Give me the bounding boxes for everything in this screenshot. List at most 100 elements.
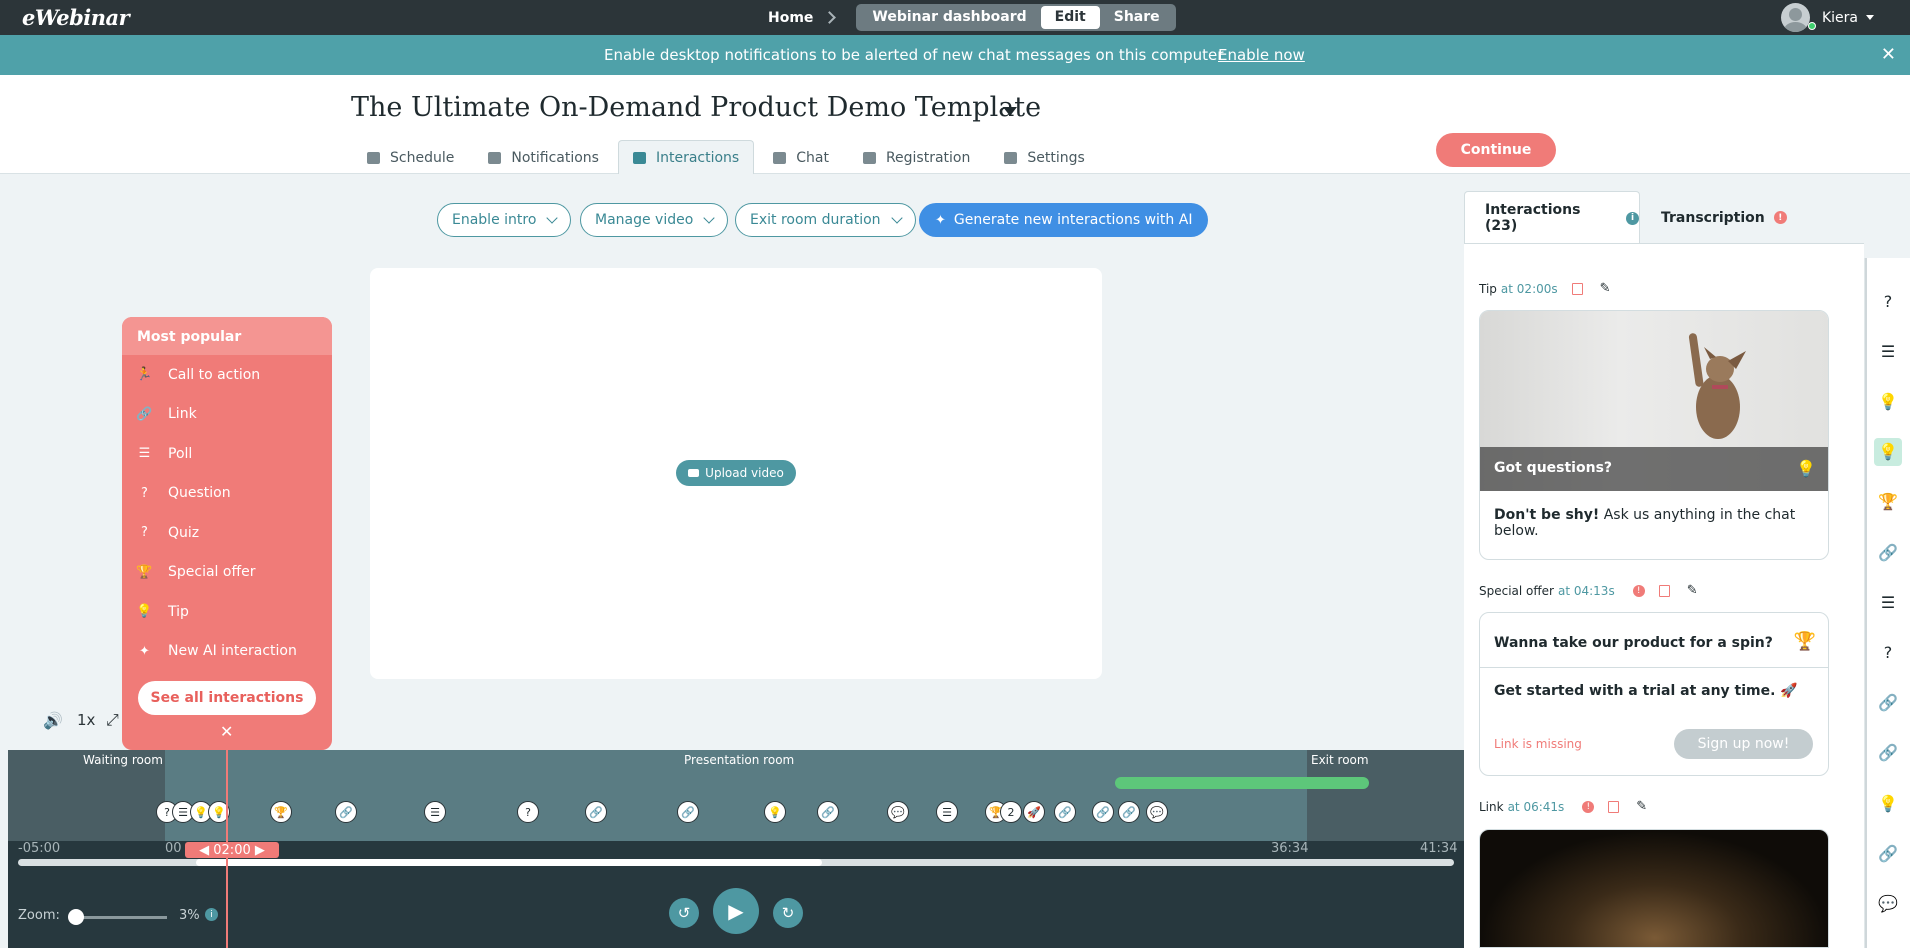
rail-chat-icon[interactable]: 💬	[1874, 889, 1902, 917]
timeline-marker-link-icon[interactable]: 🔗	[1054, 801, 1076, 823]
rail-question-icon[interactable]: ?	[1874, 638, 1902, 666]
ewebinar-logo[interactable]: eWebinar	[22, 5, 130, 30]
dog-illustration	[1688, 333, 1746, 439]
rail-poll-icon[interactable]: ☰	[1874, 588, 1902, 616]
quiz-icon: ?	[141, 525, 148, 541]
trash-icon[interactable]	[1571, 282, 1583, 295]
timeline-marker-link-icon[interactable]: 🔗	[677, 801, 699, 823]
playhead-time[interactable]: ◀ 02:00 ▶	[185, 842, 279, 858]
enable-intro-dropdown[interactable]: Enable intro	[437, 203, 572, 237]
manage-video-dropdown[interactable]: Manage video	[580, 203, 729, 237]
menu-item-question[interactable]: ? Question	[122, 474, 332, 514]
rail-link-icon[interactable]: 🔗	[1874, 689, 1902, 717]
offer-duration-bar[interactable]	[1115, 777, 1369, 789]
pencil-icon[interactable]: ✎	[1687, 583, 1698, 598]
close-icon[interactable]: ✕	[220, 722, 233, 741]
rail-tip-icon[interactable]: 💡	[1874, 387, 1902, 415]
menu-item-label: Poll	[168, 445, 193, 462]
tip-card-meta: Tip at 02:00s ✎	[1479, 281, 1611, 296]
title-dropdown-icon[interactable]	[1003, 107, 1017, 116]
timeline-marker-link-icon[interactable]: 🔗	[585, 801, 607, 823]
rail-tip-icon[interactable]: 💡	[1874, 437, 1902, 466]
rail-link-icon[interactable]: 🔗	[1874, 739, 1902, 767]
play-button[interactable]: ▶	[713, 888, 759, 934]
timeline-marker-count-badge[interactable]: 2	[1000, 801, 1022, 823]
pencil-icon[interactable]: ✎	[1600, 281, 1611, 296]
webinar-dashboard-tab[interactable]: Webinar dashboard	[858, 6, 1040, 29]
card-type: Tip	[1479, 281, 1497, 296]
tab-interactions[interactable]: Interactions	[617, 140, 755, 174]
menu-item-poll[interactable]: ☰ Poll	[122, 434, 332, 474]
info-icon[interactable]: i	[205, 908, 218, 921]
timeline-marker-chat-icon[interactable]: 💬	[1146, 801, 1168, 823]
upload-video-button[interactable]: Upload video	[676, 460, 796, 486]
timeline-marker-trophy-icon[interactable]: 🏆	[270, 801, 292, 823]
menu-item-call-to-action[interactable]: 🏃 Call to action	[122, 355, 332, 395]
user-menu[interactable]: Kiera	[1780, 3, 1874, 32]
forward-icon[interactable]: ↻	[773, 898, 803, 928]
tab-label: Settings	[1027, 149, 1085, 166]
timeline-marker-tip-icon[interactable]: 💡	[764, 801, 786, 823]
volume-icon[interactable]: 🔊	[43, 711, 63, 730]
menu-item-tip[interactable]: 💡 Tip	[122, 592, 332, 632]
tab-notifications[interactable]: Notifications	[473, 140, 614, 174]
zoom-thumb[interactable]	[68, 909, 84, 925]
tip-card[interactable]: Got questions? 💡 Don't be shy! Ask us an…	[1479, 310, 1829, 560]
tab-label: Registration	[885, 149, 971, 166]
exit-room-duration-dropdown[interactable]: Exit room duration	[735, 203, 916, 237]
sign-up-button[interactable]: Sign up now!	[1674, 729, 1813, 759]
offer-body: Get started with a trial at any time. 🚀	[1494, 683, 1798, 699]
rail-poll-icon[interactable]: ☰	[1874, 337, 1902, 365]
enable-now-link[interactable]: Enable now	[1218, 46, 1305, 64]
timeline-marker-link-icon[interactable]: 🔗	[1118, 801, 1140, 823]
warning-icon[interactable]: !	[1773, 211, 1787, 224]
trash-icon[interactable]	[1608, 800, 1620, 813]
tab-settings[interactable]: Settings	[989, 140, 1099, 174]
avatar[interactable]	[1780, 3, 1810, 32]
menu-item-new-ai-interaction[interactable]: ✦ New AI interaction	[122, 632, 332, 672]
trash-icon[interactable]	[1658, 584, 1670, 597]
timeline-marker-rocket-icon[interactable]: 🚀	[1023, 801, 1045, 823]
card-time[interactable]: at 02:00s	[1501, 282, 1558, 296]
rail-link-icon[interactable]: 🔗	[1874, 538, 1902, 566]
see-all-interactions-button[interactable]: See all interactions	[138, 681, 316, 715]
tab-schedule[interactable]: Schedule	[352, 140, 469, 174]
timeline-marker-poll-icon[interactable]: ☰	[424, 801, 446, 823]
right-panel-tabs: Interactions (23) i Transcription !	[1464, 191, 1910, 244]
rail-link-icon[interactable]: 🔗	[1874, 839, 1902, 867]
expand-icon[interactable]: ⤢	[106, 710, 119, 730]
pencil-icon[interactable]: ✎	[1636, 799, 1647, 814]
card-time[interactable]: at 06:41s	[1508, 800, 1565, 814]
generate-ai-button[interactable]: ✦ Generate new interactions with AI	[919, 203, 1209, 237]
rail-tip-icon[interactable]: 💡	[1874, 789, 1902, 817]
timeline-marker-link-icon[interactable]: 🔗	[1092, 801, 1114, 823]
rail-trophy-icon[interactable]: 🏆	[1874, 488, 1902, 516]
tab-interactions-list[interactable]: Interactions (23) i	[1464, 191, 1640, 244]
info-icon[interactable]: i	[1626, 211, 1639, 225]
tab-chat[interactable]: Chat	[758, 140, 844, 174]
zoom-slider[interactable]	[71, 916, 167, 919]
home-link[interactable]: Home	[768, 10, 813, 26]
link-card[interactable]	[1479, 829, 1829, 948]
rewind-icon[interactable]: ↺	[669, 898, 699, 928]
menu-item-link[interactable]: 🔗 Link	[122, 395, 332, 435]
menu-item-quiz[interactable]: ? Quiz	[122, 513, 332, 553]
tab-transcription[interactable]: Transcription !	[1661, 191, 1811, 244]
timeline-marker-question-icon[interactable]: ?	[517, 801, 539, 823]
close-icon[interactable]: ✕	[1881, 44, 1896, 65]
playback-speed[interactable]: 1x	[77, 711, 95, 729]
share-tab[interactable]: Share	[1100, 6, 1174, 29]
timeline-marker-link-icon[interactable]: 🔗	[817, 801, 839, 823]
continue-button[interactable]: Continue	[1436, 133, 1556, 167]
timeline-marker-chat-icon[interactable]: 💬	[887, 801, 909, 823]
timeline-marker-poll-icon[interactable]: ☰	[936, 801, 958, 823]
offer-card[interactable]: Wanna take our product for a spin? 🏆 Get…	[1479, 612, 1829, 776]
card-time[interactable]: at 04:13s	[1558, 584, 1615, 598]
rail-question-icon[interactable]: ?	[1874, 287, 1902, 315]
tab-registration[interactable]: Registration	[848, 140, 985, 174]
timeline-marker-link-icon[interactable]: 🔗	[335, 801, 357, 823]
caret-left-icon: ◀	[199, 842, 210, 858]
menu-item-special-offer[interactable]: 🏆 Special offer	[122, 553, 332, 593]
edit-tab[interactable]: Edit	[1040, 6, 1100, 29]
divider	[1480, 667, 1828, 668]
